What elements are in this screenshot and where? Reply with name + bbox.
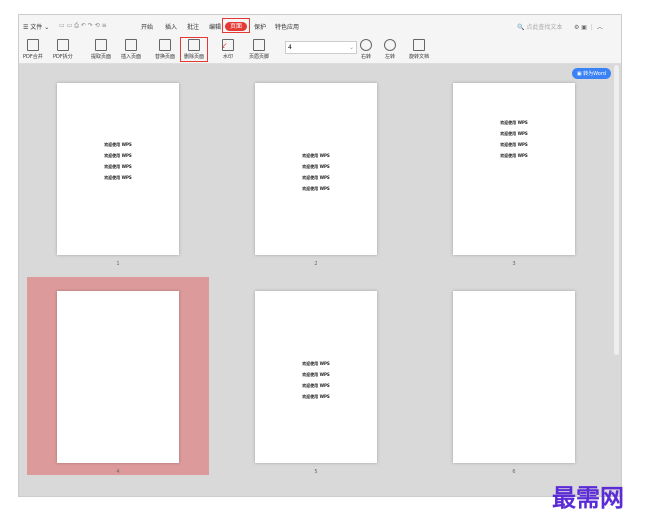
scrollbar[interactable] [614,65,619,355]
page-number-label: 1 [116,261,120,267]
page-text-line: 欢迎使用 WPS [500,131,528,136]
page-number-label: 3 [512,261,516,267]
search-input[interactable]: 🔍 点此查找文本 [517,22,562,31]
quick-access-icons[interactable]: ▭ ▭ ⎙ ↶ ↷ ⟲ ≡ [59,22,107,30]
watermark-icon [222,39,234,51]
header-footer-icon [253,39,265,51]
replace-page-button[interactable]: 替换页面 [155,39,175,60]
page-text-line: 欢迎使用 WPS [302,186,330,191]
insert-icon [125,39,137,51]
page-number-label: 6 [512,469,516,475]
rotate-right-icon [360,39,372,51]
ribbon: PDF合并 PDF拆分 提取页面 插入页面 替换页面 删除页面 ↙ 水印 页眉页… [19,37,621,64]
tab-insert[interactable]: 插入 [165,22,177,31]
page-text-line: 欢迎使用 WPS [302,175,330,180]
page-number-input[interactable]: 4 ⌄ [285,41,357,54]
delete-page-button[interactable]: 删除页面 [180,37,209,62]
tab-start[interactable]: 开始 [141,22,153,31]
page-text-line: 欢迎使用 WPS [104,153,132,158]
rotate-document-button[interactable]: 旋转文档 [409,39,429,60]
header-footer-button[interactable]: 页眉页脚 [249,39,269,60]
rotate-left-icon [384,39,396,51]
menu-bar: ☰ 文件 ⌄ ▭ ▭ ⎙ ↶ ↷ ⟲ ≡ 开始 插入 批注 编辑 页面 保护 特… [19,15,621,37]
rotate-left-button[interactable]: 左转 [384,39,396,60]
page-text-line: 欢迎使用 WPS [302,394,330,399]
insert-page-button[interactable]: 插入页面 [121,39,141,60]
pdf-editor-window: ☰ 文件 ⌄ ▭ ▭ ⎙ ↶ ↷ ⟲ ≡ 开始 插入 批注 编辑 页面 保护 特… [18,14,622,497]
page-text-line: 欢迎使用 WPS [500,142,528,147]
page-thumbnail[interactable] [453,291,575,463]
replace-icon [159,39,171,51]
page-text-line: 欢迎使用 WPS [302,383,330,388]
page-text-line: 欢迎使用 WPS [302,372,330,377]
rotate-right-button[interactable]: 右转 [360,39,372,60]
page-thumbnail[interactable]: 欢迎使用 WPS 欢迎使用 WPS 欢迎使用 WPS 欢迎使用 WPS [255,83,377,255]
page-text-line: 欢迎使用 WPS [104,142,132,147]
extract-page-button[interactable]: 提取页面 [91,39,111,60]
tab-comment[interactable]: 批注 [187,22,199,31]
page-text-line: 欢迎使用 WPS [302,361,330,366]
page-text-line: 欢迎使用 WPS [302,164,330,169]
tab-protect[interactable]: 保护 [254,22,266,31]
convert-to-word-button[interactable]: ▣ 转为Word [571,68,611,79]
page-text-line: 欢迎使用 WPS [500,120,528,125]
pdf-split-button[interactable]: PDF拆分 [53,39,73,60]
watermark-button[interactable]: 水印 [222,39,234,60]
page-thumbnail[interactable]: 欢迎使用 WPS 欢迎使用 WPS 欢迎使用 WPS 欢迎使用 WPS [255,291,377,463]
window-icons[interactable]: ⚙ ▣ ⋮ ︿ [574,22,603,31]
split-icon [56,39,69,51]
page-text-line: 欢迎使用 WPS [500,153,528,158]
page-number-label: 2 [314,261,318,267]
page-thumbnail[interactable] [57,291,179,463]
merge-icon [26,39,39,51]
tab-page[interactable]: 页面 [222,18,251,33]
page-text-line: 欢迎使用 WPS [104,164,132,169]
extract-icon [95,39,107,51]
page-text-line: 欢迎使用 WPS [302,153,330,158]
pdf-merge-button[interactable]: PDF合并 [23,39,43,60]
watermark-logo: 最需网 [552,484,624,512]
page-number-label: 4 [116,469,120,475]
tab-edit[interactable]: 编辑 [209,22,221,31]
rotate-document-icon [413,39,425,51]
page-number-label: 5 [314,469,318,475]
page-thumbnail[interactable]: 欢迎使用 WPS 欢迎使用 WPS 欢迎使用 WPS 欢迎使用 WPS [57,83,179,255]
tab-features[interactable]: 特色应用 [275,22,299,31]
delete-page-icon [188,39,200,51]
page-text-line: 欢迎使用 WPS [104,175,132,180]
page-thumbnail[interactable]: 欢迎使用 WPS 欢迎使用 WPS 欢迎使用 WPS 欢迎使用 WPS [453,83,575,255]
file-menu[interactable]: ☰ 文件 ⌄ [23,22,49,31]
